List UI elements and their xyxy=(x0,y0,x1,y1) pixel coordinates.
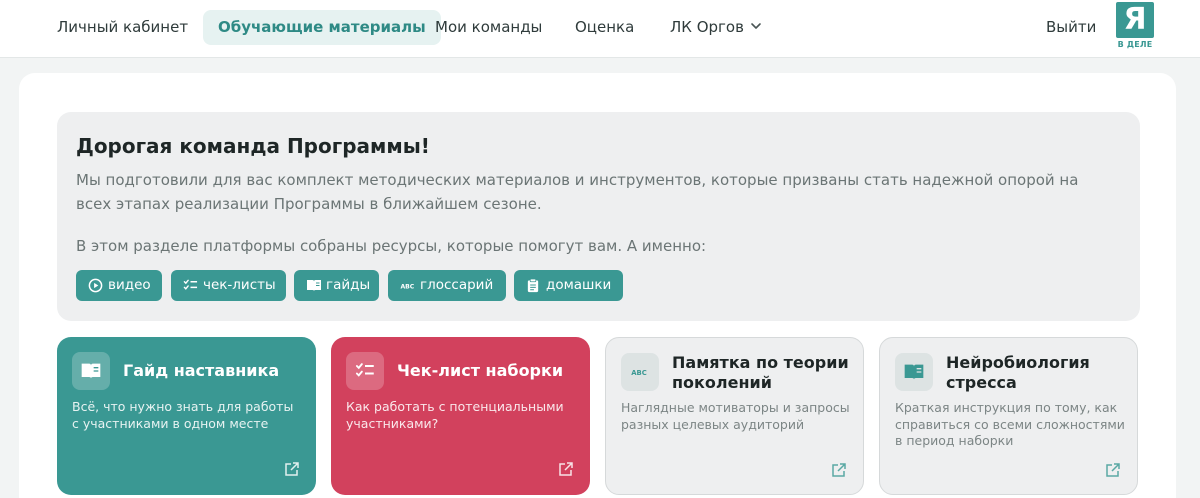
brand-logo[interactable]: Я В ДЕЛЕ xyxy=(1116,2,1154,52)
card-title: Гайд наставника xyxy=(123,361,280,380)
intro-panel: Дорогая команда Программы! Мы подготовил… xyxy=(57,112,1140,321)
svg-text:ABC: ABC xyxy=(631,369,647,377)
top-navigation: Личный кабинет Обучающие материалы Мои к… xyxy=(0,0,1200,58)
logo-subtitle: В ДЕЛЕ xyxy=(1117,40,1153,49)
card-title: Чек-лист наборки xyxy=(397,361,564,380)
external-link-icon[interactable] xyxy=(558,461,574,481)
logo-letter: Я xyxy=(1116,2,1154,38)
intro-paragraph-1: Мы подготовили для вас комплект методиче… xyxy=(76,171,1079,213)
abc-icon: ABC xyxy=(631,369,647,377)
intro-title: Дорогая команда Программы! xyxy=(76,134,430,158)
card-description: Как работать с потенциальными участникам… xyxy=(346,399,564,431)
card-mentor-guide[interactable]: Гайд наставника Всё, что нужно знать для… xyxy=(57,337,316,495)
external-link-icon[interactable] xyxy=(831,462,847,482)
external-link-icon[interactable] xyxy=(1105,462,1121,482)
card-icon-wrapper xyxy=(346,352,384,390)
external-link-icon[interactable] xyxy=(284,461,300,481)
card-generations-memo[interactable]: ABC Памятка по теории поколений Наглядны… xyxy=(605,337,864,495)
tag-video-label: видео xyxy=(108,277,151,293)
tag-checklists[interactable]: чек-листы xyxy=(171,270,286,301)
card-icon-wrapper: ABC xyxy=(621,353,659,391)
tag-homework-label: домашки xyxy=(546,277,612,293)
tag-homework[interactable]: домашки xyxy=(514,270,623,301)
card-stress-neurobiology[interactable]: Нейробиология стресса Краткая инструкция… xyxy=(879,337,1138,495)
nav-item-my-teams[interactable]: Мои команды xyxy=(435,10,542,45)
tag-glossary[interactable]: ABC глоссарий xyxy=(388,270,506,301)
main-content: Дорогая команда Программы! Мы подготовил… xyxy=(19,73,1176,498)
tag-guides[interactable]: гайды xyxy=(294,270,379,301)
checklist-icon xyxy=(183,279,198,290)
card-icon-wrapper xyxy=(895,353,933,391)
book-icon xyxy=(904,364,924,380)
nav-item-evaluation[interactable]: Оценка xyxy=(575,10,634,45)
chevron-down-icon xyxy=(750,10,762,45)
card-title: Памятка по теории поколений xyxy=(672,353,849,392)
checklist-icon xyxy=(355,363,374,377)
tag-glossary-label: глоссарий xyxy=(420,277,494,293)
intro-paragraph-2: В этом разделе платформы собраны ресурсы… xyxy=(76,237,707,255)
nav-item-org-cabinet-label: ЛК Оргов xyxy=(670,18,744,36)
card-icon-wrapper xyxy=(72,352,110,390)
book-icon xyxy=(307,280,321,291)
abc-icon: ABC xyxy=(400,283,414,290)
nav-item-learning-materials[interactable]: Обучающие материалы xyxy=(203,10,441,45)
logout-link[interactable]: Выйти xyxy=(1046,10,1096,45)
svg-text:ABC: ABC xyxy=(400,283,414,290)
nav-item-personal-cabinet[interactable]: Личный кабинет xyxy=(57,10,188,45)
card-description: Наглядные мотиваторы и запросы разных це… xyxy=(621,400,850,432)
card-description: Всё, что нужно знать для работы с участн… xyxy=(72,399,294,431)
card-title: Нейробиология стресса xyxy=(946,353,1090,392)
book-icon xyxy=(81,363,101,379)
play-circle-icon xyxy=(88,278,103,293)
clipboard-icon xyxy=(527,278,539,293)
tag-video[interactable]: видео xyxy=(76,270,162,301)
card-recruitment-checklist[interactable]: Чек-лист наборки Как работать с потенциа… xyxy=(331,337,590,495)
tag-guides-label: гайды xyxy=(326,277,371,293)
card-description: Краткая инструкция по тому, как справить… xyxy=(895,400,1125,448)
tag-checklists-label: чек-листы xyxy=(203,277,276,293)
nav-item-org-cabinet[interactable]: ЛК Оргов xyxy=(670,10,762,45)
